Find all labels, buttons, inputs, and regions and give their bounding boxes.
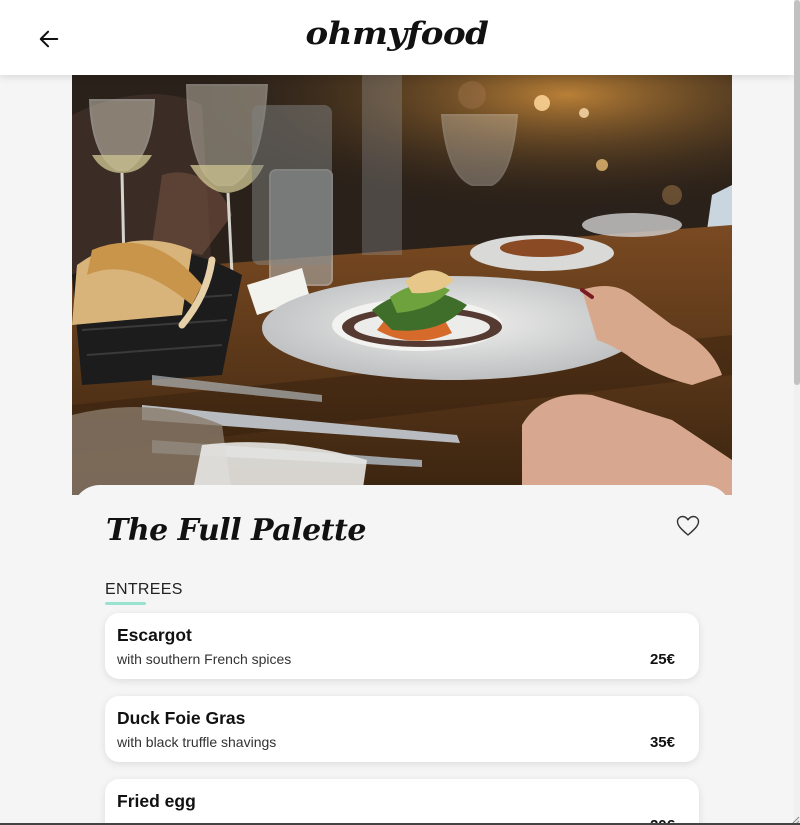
favorite-button[interactable] [676, 515, 700, 539]
dish-price: 35€ [649, 734, 675, 751]
menu-list: Escargot with southern French spices 25€… [105, 613, 699, 825]
scrollbar-thumb[interactable] [794, 0, 800, 385]
section-label-entrees: ENTREES [105, 581, 183, 598]
heart-outline-icon [676, 515, 700, 536]
dish-name: Duck Foie Gras [117, 708, 246, 728]
dish-name: Fried egg [117, 791, 196, 811]
restaurant-title: The Full Palette [106, 513, 366, 548]
dish-description: with black truffle shavings [117, 734, 277, 750]
dish-price: 25€ [649, 651, 675, 668]
menu-item[interactable]: Duck Foie Gras with black truffle shavin… [105, 696, 699, 762]
hero-image [72, 75, 732, 495]
menu-item[interactable]: Escargot with southern French spices 25€ [105, 613, 699, 679]
menu-item[interactable]: Fried egg 20€ [105, 779, 699, 825]
dish-name: Escargot [117, 625, 192, 645]
dish-description: with southern French spices [117, 651, 292, 667]
app-header: ohmyfood [0, 0, 794, 75]
page: ohmyfood The Full Palette ENTREES Escarg… [0, 0, 800, 825]
section-underline [105, 602, 146, 605]
app-logo[interactable]: ohmyfood [0, 16, 794, 53]
restaurant-card: The Full Palette ENTREES Escargot with s… [72, 485, 732, 825]
